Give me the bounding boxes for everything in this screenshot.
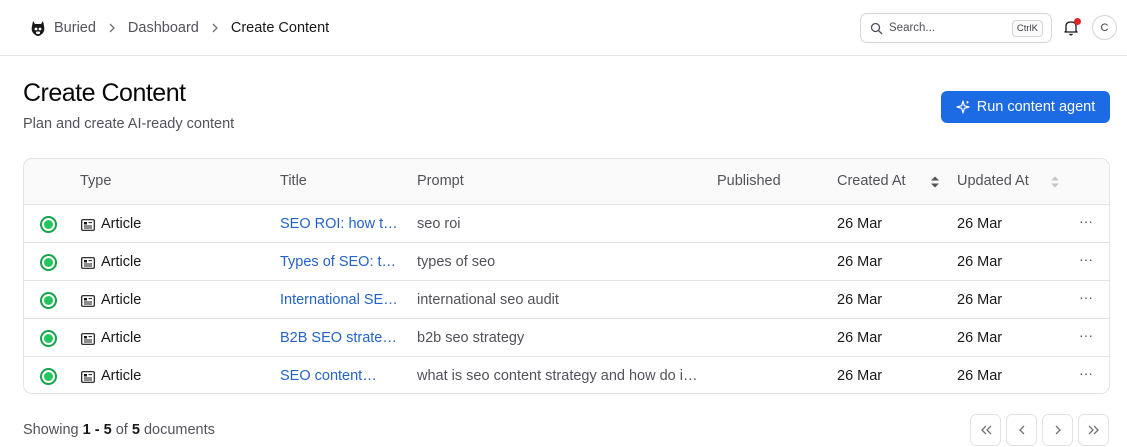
range-end: 5 xyxy=(103,422,112,438)
status-published-icon xyxy=(40,330,57,347)
sort-icon[interactable] xyxy=(1050,175,1060,189)
status-published-icon xyxy=(40,254,57,271)
cell-title-link[interactable]: Types of SEO: th… xyxy=(280,254,404,270)
cell-title-link[interactable]: International SEO… xyxy=(280,292,404,308)
total-count: 5 xyxy=(131,422,140,438)
cell-title-link[interactable]: B2B SEO strateg… xyxy=(280,330,404,346)
cell-type: Article xyxy=(101,254,142,270)
of-label: of xyxy=(115,422,128,438)
cell-title-link[interactable]: SEO content… xyxy=(280,368,377,384)
breadcrumb-buried[interactable]: Buried xyxy=(54,20,96,36)
article-icon xyxy=(81,218,95,231)
table-header: Type Title Prompt Published Created At U… xyxy=(24,159,1109,205)
article-icon xyxy=(81,256,95,269)
cell-prompt: seo roi xyxy=(417,216,461,232)
next-page-button[interactable] xyxy=(1042,414,1073,446)
chevron-right-icon xyxy=(106,22,118,34)
cell-updated-at: 26 Mar xyxy=(957,368,1003,384)
pagination-summary: Showing 1 - 5 of 5 documents xyxy=(23,422,215,438)
showing-label: Showing xyxy=(23,422,79,438)
status-published-icon xyxy=(40,216,57,233)
chevron-right-icon xyxy=(209,22,221,34)
chevron-right-icon xyxy=(1053,424,1063,436)
column-header-prompt[interactable]: Prompt xyxy=(417,173,464,189)
column-header-updated-at[interactable]: Updated At xyxy=(957,173,1029,189)
search-box[interactable]: CtrlK xyxy=(860,13,1052,43)
cell-created-at: 26 Mar xyxy=(837,368,883,384)
status-published-icon xyxy=(40,368,57,385)
unit-label: documents xyxy=(143,422,215,438)
cell-updated-at: 26 Mar xyxy=(957,330,1003,346)
status-published-icon xyxy=(40,292,57,309)
sparkle-icon xyxy=(956,100,970,114)
chevrons-left-icon xyxy=(979,424,993,436)
first-page-button[interactable] xyxy=(970,414,1001,446)
bell-icon[interactable] xyxy=(1063,18,1081,36)
more-horizontal-icon[interactable]: ··· xyxy=(1079,213,1093,229)
table-row[interactable]: Article SEO ROI: how to… seo roi 26 Mar … xyxy=(24,205,1109,243)
cell-prompt: b2b seo strategy xyxy=(417,330,525,346)
table-row[interactable]: Article SEO content… what is seo content… xyxy=(24,357,1109,393)
avatar[interactable]: C xyxy=(1092,15,1117,40)
more-horizontal-icon[interactable]: ··· xyxy=(1079,251,1093,267)
cell-created-at: 26 Mar xyxy=(837,254,883,270)
cell-updated-at: 26 Mar xyxy=(957,216,1003,232)
range-start: 1 xyxy=(82,422,91,438)
more-horizontal-icon[interactable]: ··· xyxy=(1079,327,1093,343)
breadcrumb-create-content: Create Content xyxy=(230,20,330,36)
cell-type: Article xyxy=(101,368,142,384)
breadcrumb-dashboard[interactable]: Dashboard xyxy=(128,20,199,36)
article-icon xyxy=(81,370,95,383)
sort-icon[interactable] xyxy=(930,175,940,189)
cell-prompt: types of seo xyxy=(417,254,496,270)
cell-title-link[interactable]: SEO ROI: how to… xyxy=(280,216,404,232)
content-table: Type Title Prompt Published Created At U… xyxy=(23,158,1110,394)
table-row[interactable]: Article B2B SEO strateg… b2b seo strateg… xyxy=(24,319,1109,357)
notification-dot xyxy=(1074,18,1081,25)
more-horizontal-icon[interactable]: ··· xyxy=(1079,365,1093,381)
page-title: Create Content xyxy=(23,79,186,107)
table-row[interactable]: Article Types of SEO: th… types of seo 2… xyxy=(24,243,1109,281)
table-row[interactable]: Article International SEO… international… xyxy=(24,281,1109,319)
more-horizontal-icon[interactable]: ··· xyxy=(1079,289,1093,305)
cell-type: Article xyxy=(101,330,142,346)
range-separator: - xyxy=(90,422,104,438)
run-content-agent-label: Run content agent xyxy=(976,99,1096,115)
breadcrumb: Buried Dashboard Create Content xyxy=(29,18,329,38)
cell-created-at: 26 Mar xyxy=(837,216,883,232)
column-header-title[interactable]: Title xyxy=(280,173,307,189)
cell-prompt: international seo audit xyxy=(417,292,559,308)
cell-created-at: 26 Mar xyxy=(837,292,883,308)
article-icon xyxy=(81,294,95,307)
column-header-created-at[interactable]: Created At xyxy=(837,173,906,189)
cell-updated-at: 26 Mar xyxy=(957,254,1003,270)
top-bar: Buried Dashboard Create Content CtrlK C xyxy=(0,0,1127,56)
column-header-type[interactable]: Type xyxy=(80,173,111,189)
chevrons-right-icon xyxy=(1087,424,1101,436)
search-icon xyxy=(870,22,883,35)
cell-type: Article xyxy=(101,292,142,308)
last-page-button[interactable] xyxy=(1078,414,1109,446)
cell-prompt: what is seo content strategy and how do … xyxy=(417,368,699,384)
cell-created-at: 26 Mar xyxy=(837,330,883,346)
cell-type: Article xyxy=(101,216,142,232)
column-header-published[interactable]: Published xyxy=(717,173,781,189)
article-icon xyxy=(81,332,95,345)
buried-logo-icon[interactable] xyxy=(29,19,47,37)
run-content-agent-button[interactable]: Run content agent xyxy=(941,91,1110,123)
chevron-left-icon xyxy=(1017,424,1027,436)
cell-updated-at: 26 Mar xyxy=(957,292,1003,308)
search-shortcut-badge: CtrlK xyxy=(1011,20,1043,37)
search-input[interactable] xyxy=(889,22,1001,34)
previous-page-button[interactable] xyxy=(1006,414,1037,446)
page-subtitle: Plan and create AI-ready content xyxy=(23,116,235,132)
